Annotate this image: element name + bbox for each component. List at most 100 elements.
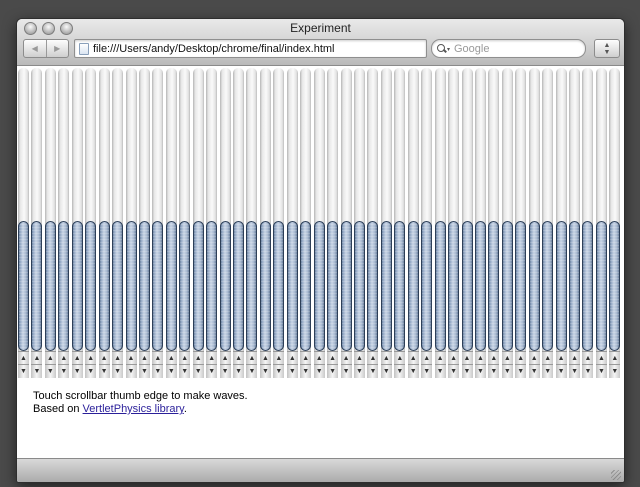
scrollbar[interactable]: ▲ ▼ (515, 68, 527, 378)
scrollbar-thumb[interactable] (380, 221, 392, 351)
scrollbar[interactable]: ▲ ▼ (421, 68, 433, 378)
scrollbar[interactable]: ▲ ▼ (44, 68, 56, 378)
scroll-up-icon[interactable]: ▲ (488, 351, 500, 365)
scrollbar-track[interactable] (515, 68, 527, 351)
scrollbar-thumb[interactable] (461, 221, 473, 351)
scrollbar-track[interactable] (354, 68, 365, 351)
scrollbar-thumb[interactable] (327, 221, 339, 351)
scrollbar[interactable]: ▲ ▼ (192, 68, 204, 378)
scrollbar-thumb[interactable] (488, 221, 500, 351)
scrollbar[interactable]: ▲ ▼ (542, 68, 554, 378)
scroll-down-icon[interactable]: ▼ (152, 364, 164, 378)
scrollbar-thumb[interactable] (582, 221, 594, 351)
scrollbar-track[interactable] (206, 68, 218, 351)
scrollbar[interactable]: ▲ ▼ (582, 68, 594, 378)
scrollbar-thumb[interactable] (259, 221, 271, 351)
scrollbar-track[interactable] (434, 68, 446, 351)
scrollbar-track[interactable] (259, 68, 271, 351)
scroll-up-icon[interactable]: ▲ (112, 351, 124, 365)
scroll-down-icon[interactable]: ▼ (448, 364, 460, 378)
scroll-up-icon[interactable]: ▲ (233, 351, 245, 365)
scrollbar[interactable]: ▲ ▼ (367, 68, 379, 378)
scrollbar[interactable]: ▲ ▼ (488, 68, 500, 378)
scrollbar[interactable]: ▲ ▼ (595, 68, 607, 378)
scrollbar-thumb[interactable] (448, 221, 460, 351)
scroll-down-icon[interactable]: ▼ (71, 364, 83, 378)
scrollbar-thumb[interactable] (31, 221, 43, 351)
scroll-down-icon[interactable]: ▼ (488, 364, 500, 378)
scroll-down-icon[interactable]: ▼ (300, 364, 312, 378)
scrollbar-thumb[interactable] (138, 221, 150, 351)
scroll-down-icon[interactable]: ▼ (380, 364, 392, 378)
scrollbar[interactable]: ▲ ▼ (165, 68, 177, 378)
scroll-down-icon[interactable]: ▼ (434, 364, 446, 378)
scroll-down-icon[interactable]: ▼ (31, 364, 43, 378)
scrollbar-thumb[interactable] (273, 221, 285, 351)
scroll-up-icon[interactable]: ▲ (179, 351, 191, 365)
library-link[interactable]: VertletPhysics library (83, 403, 184, 415)
scrollbar-thumb[interactable] (434, 221, 446, 351)
scrollbar-track[interactable] (98, 68, 110, 351)
scrollbar-thumb[interactable] (179, 221, 191, 351)
scroll-up-icon[interactable]: ▲ (300, 351, 312, 365)
scrollbar-thumb[interactable] (286, 221, 298, 351)
scroll-down-icon[interactable]: ▼ (569, 364, 581, 378)
scrollbar[interactable]: ▲ ▼ (555, 68, 567, 378)
scroll-up-icon[interactable]: ▲ (595, 351, 607, 365)
scroll-down-icon[interactable]: ▼ (595, 364, 607, 378)
scrollbar[interactable]: ▲ ▼ (394, 68, 406, 378)
scroll-up-icon[interactable]: ▲ (474, 351, 486, 365)
scroll-up-icon[interactable]: ▲ (152, 351, 164, 365)
bookmark-arrows-icon[interactable]: ▲ ▼ (594, 39, 620, 58)
scrollbar[interactable]: ▲ ▼ (206, 68, 218, 378)
scrollbar[interactable]: ▲ ▼ (286, 68, 298, 378)
scrollbar-thumb[interactable] (340, 221, 352, 351)
scrollbar-track[interactable] (71, 68, 83, 351)
scrollbar-track[interactable] (609, 68, 621, 351)
scrollbar-thumb[interactable] (609, 221, 621, 351)
scrollbar-thumb[interactable] (44, 221, 56, 351)
scroll-up-icon[interactable]: ▲ (85, 351, 97, 365)
scroll-up-icon[interactable]: ▲ (354, 351, 365, 365)
scroll-up-icon[interactable]: ▲ (501, 351, 513, 365)
scrollbar-track[interactable] (501, 68, 513, 351)
scrollbar-track[interactable] (125, 68, 137, 351)
scrollbar[interactable]: ▲ ▼ (407, 68, 419, 378)
scrollbar[interactable]: ▲ ▼ (448, 68, 460, 378)
scrollbar-track[interactable] (18, 68, 29, 351)
scrollbar[interactable]: ▲ ▼ (474, 68, 486, 378)
scrollbar-thumb[interactable] (313, 221, 325, 351)
scrollbar-thumb[interactable] (542, 221, 554, 351)
scroll-up-icon[interactable]: ▲ (407, 351, 419, 365)
scrollbar-track[interactable] (58, 68, 70, 351)
search-input[interactable] (451, 42, 574, 55)
scrollbar-thumb[interactable] (595, 221, 607, 351)
scrollbar-track[interactable] (340, 68, 352, 351)
scroll-down-icon[interactable]: ▼ (219, 364, 231, 378)
scrollbar-track[interactable] (327, 68, 339, 351)
scroll-down-icon[interactable]: ▼ (206, 364, 218, 378)
scroll-down-icon[interactable]: ▼ (58, 364, 70, 378)
scrollbar-track[interactable] (421, 68, 433, 351)
scrollbar[interactable]: ▲ ▼ (152, 68, 164, 378)
scrollbar-track[interactable] (582, 68, 594, 351)
scroll-up-icon[interactable]: ▲ (165, 351, 177, 365)
scrollbar[interactable]: ▲ ▼ (501, 68, 513, 378)
scrollbar-track[interactable] (219, 68, 231, 351)
scroll-up-icon[interactable]: ▲ (528, 351, 540, 365)
scroll-up-icon[interactable]: ▲ (138, 351, 150, 365)
scroll-down-icon[interactable]: ▼ (555, 364, 567, 378)
address-bar[interactable]: file:///Users/andy/Desktop/chrome/final/… (74, 39, 427, 58)
scrollbar-thumb[interactable] (394, 221, 406, 351)
scrollbar-track[interactable] (165, 68, 177, 351)
scroll-down-icon[interactable]: ▼ (98, 364, 110, 378)
scroll-down-icon[interactable]: ▼ (44, 364, 56, 378)
scroll-down-icon[interactable]: ▼ (394, 364, 406, 378)
scroll-down-icon[interactable]: ▼ (528, 364, 540, 378)
back-button[interactable]: ◀ (24, 40, 46, 57)
scroll-up-icon[interactable]: ▲ (569, 351, 581, 365)
scroll-down-icon[interactable]: ▼ (609, 364, 621, 378)
scrollbar-thumb[interactable] (125, 221, 137, 351)
scrollbar-thumb[interactable] (58, 221, 70, 351)
scrollbar-track[interactable] (300, 68, 312, 351)
